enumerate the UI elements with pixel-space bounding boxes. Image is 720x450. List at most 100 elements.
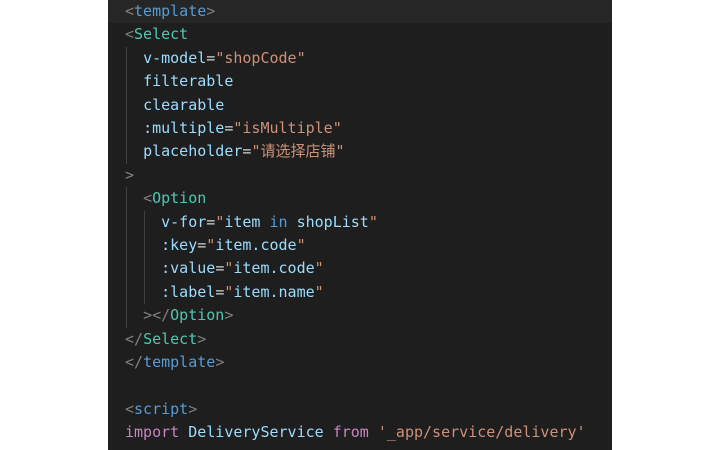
code-token: "shopCode": [215, 48, 306, 67]
code-token: ": [368, 212, 378, 231]
code-line-text: v-for="item in shopList": [125, 211, 378, 234]
code-line-text: </Select>: [125, 328, 206, 351]
code-line: </template>: [108, 351, 612, 374]
code-token: ": [314, 259, 324, 278]
code-line-text: clearable: [125, 94, 224, 117]
code-token: =: [197, 236, 207, 254]
code-line-text: <Option: [125, 187, 206, 210]
code-line: v-for="item in shopList": [108, 211, 612, 234]
code-token: clearable: [143, 95, 225, 114]
code-line: :value="item.code": [108, 257, 612, 280]
code-token: =: [215, 282, 225, 301]
code-token: DeliveryService: [188, 423, 324, 442]
code-token: :multiple: [143, 119, 225, 137]
code-token: '_app/service/delivery': [377, 423, 586, 442]
code-token: ></: [143, 306, 171, 325]
code-token: >: [206, 2, 216, 20]
code-token: import: [125, 423, 180, 442]
code-token: <: [125, 25, 135, 44]
code-token: Option: [152, 189, 207, 208]
code-line-text: :multiple="isMultiple": [125, 117, 342, 140]
code-line: clearable: [108, 94, 612, 117]
code-token: :key: [161, 236, 198, 254]
code-token: in: [260, 212, 297, 231]
code-line: filterable: [108, 70, 612, 93]
code-token: "isMultiple": [233, 119, 342, 137]
code-line-text: >: [125, 164, 134, 187]
code-line: >: [108, 164, 612, 187]
code-token: template: [134, 2, 207, 20]
code-token: v-model: [143, 48, 207, 67]
code-line: <Select: [108, 23, 612, 46]
code-line: <Option: [108, 187, 612, 210]
code-line-text: placeholder="请选择店铺": [125, 140, 345, 163]
code-token: shopList: [296, 212, 369, 231]
code-token: >: [197, 329, 207, 348]
code-token: item: [224, 212, 261, 231]
code-line-text: <Select: [125, 23, 188, 46]
code-token: <: [143, 189, 153, 208]
code-line-text: </template>: [125, 351, 224, 374]
code-line-text: import DeliveryService from '_app/servic…: [125, 421, 586, 444]
code-token: "请选择店铺": [251, 142, 345, 161]
code-line-text: <script>: [125, 398, 197, 421]
code-token: ": [314, 282, 324, 301]
code-token: >: [224, 306, 234, 325]
code-token: </: [125, 329, 144, 348]
code-token: <: [125, 2, 135, 20]
code-token: Option: [170, 306, 225, 325]
code-token: from: [332, 423, 369, 442]
code-editor[interactable]: <template> <Select v-model="shopCode" fil…: [108, 0, 612, 450]
code-token: :value: [161, 259, 216, 278]
code-token: >: [188, 399, 198, 418]
code-token: item.code: [215, 236, 297, 254]
code-token: >: [125, 165, 135, 184]
code-token: v-for: [161, 212, 207, 231]
code-token: ": [206, 236, 216, 254]
code-token: <: [125, 399, 135, 418]
code-line-text: :key="item.code": [125, 234, 306, 257]
code-token: placeholder: [143, 142, 243, 161]
code-token: script: [134, 399, 189, 418]
code-line: import DeliveryService from '_app/servic…: [108, 421, 612, 444]
code-line: :multiple="isMultiple": [108, 117, 612, 140]
code-token: >: [215, 353, 225, 371]
code-token: filterable: [143, 72, 234, 91]
code-token: :label: [161, 282, 216, 301]
code-token: =: [215, 259, 225, 278]
code-line: <script>: [108, 398, 612, 421]
code-line: :key="item.code": [108, 234, 612, 257]
code-token: item.code: [233, 259, 315, 278]
code-line: <template>: [108, 0, 612, 23]
code-token: Select: [134, 25, 189, 44]
code-line-text: <template>: [125, 0, 215, 23]
code-line: </Select>: [108, 328, 612, 351]
code-token: template: [143, 353, 216, 371]
code-token: =: [206, 48, 216, 67]
code-token: ": [215, 212, 225, 231]
code-line: v-model="shopCode": [108, 47, 612, 70]
code-line: placeholder="请选择店铺": [108, 140, 612, 163]
code-token: Select: [143, 329, 198, 348]
code-line: ></Option>: [108, 304, 612, 327]
code-line-text: :value="item.code": [125, 257, 324, 280]
code-line: :label="item.name": [108, 281, 612, 304]
code-line-text: filterable: [125, 70, 233, 93]
code-token: item.name: [233, 282, 315, 301]
code-line-text: ></Option>: [125, 304, 233, 327]
code-line-text: v-model="shopCode": [125, 47, 306, 70]
